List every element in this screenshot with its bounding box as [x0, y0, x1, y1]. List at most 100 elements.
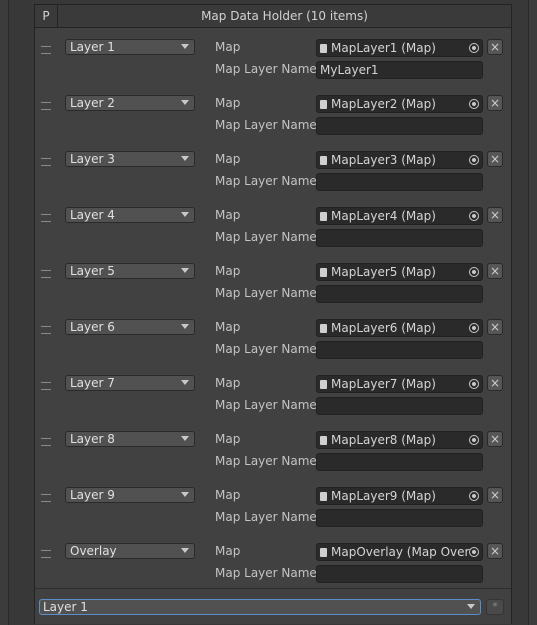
- map-object-value: MapLayer7 (Map): [331, 377, 436, 391]
- drag-handle-icon[interactable]: [41, 326, 51, 334]
- drag-handle-icon[interactable]: [41, 382, 51, 390]
- map-layer-name-label: Map Layer Name: [215, 118, 317, 132]
- object-picker-icon[interactable]: [469, 435, 479, 445]
- layer-dropdown[interactable]: Layer 1: [65, 39, 195, 55]
- map-object-field[interactable]: MapLayer4 (Map): [316, 207, 483, 225]
- layer-dropdown[interactable]: Layer 2: [65, 95, 195, 111]
- layer-dropdown[interactable]: Layer 4: [65, 207, 195, 223]
- map-object-field[interactable]: MapLayer9 (Map): [316, 487, 483, 505]
- map-layer-name-field[interactable]: [316, 341, 483, 359]
- map-layer-name-field[interactable]: MyLayer1: [316, 61, 483, 79]
- map-object-field[interactable]: MapLayer2 (Map): [316, 95, 483, 113]
- list-header: P Map Data Holder (10 items): [35, 5, 511, 28]
- map-object-value: MapLayer8 (Map): [331, 433, 436, 447]
- remove-item-button[interactable]: ×: [487, 151, 503, 167]
- map-object-field[interactable]: MapLayer7 (Map): [316, 375, 483, 393]
- remove-item-button[interactable]: ×: [487, 95, 503, 111]
- remove-item-button[interactable]: ×: [487, 319, 503, 335]
- map-layer-name-field[interactable]: [316, 285, 483, 303]
- drag-handle-icon[interactable]: [41, 550, 51, 558]
- list-item-3: Layer 3 Map MapLayer3 (Map) × Map Layer …: [35, 148, 511, 204]
- object-picker-icon[interactable]: [469, 323, 479, 333]
- drag-handle-icon[interactable]: [41, 158, 51, 166]
- map-label: Map: [215, 96, 241, 110]
- remove-item-button[interactable]: ×: [487, 375, 503, 391]
- layer-dropdown-value: Layer 6: [70, 320, 115, 334]
- map-asset-icon: [320, 380, 327, 389]
- layer-dropdown[interactable]: Layer 3: [65, 151, 195, 167]
- layer-dropdown[interactable]: Layer 8: [65, 431, 195, 447]
- remove-item-button[interactable]: ×: [487, 39, 503, 55]
- object-picker-icon[interactable]: [469, 491, 479, 501]
- map-layer-name-field[interactable]: [316, 397, 483, 415]
- map-object-field[interactable]: MapLayer6 (Map): [316, 319, 483, 337]
- list-item-5: Layer 5 Map MapLayer5 (Map) × Map Layer …: [35, 260, 511, 316]
- map-object-field[interactable]: MapLayer3 (Map): [316, 151, 483, 169]
- object-picker-icon[interactable]: [469, 211, 479, 221]
- map-layer-name-label: Map Layer Name: [215, 62, 317, 76]
- map-object-field[interactable]: MapLayer8 (Map): [316, 431, 483, 449]
- layer-dropdown-value: Layer 1: [70, 40, 115, 54]
- list-item-1: Layer 1 Map MapLayer1 (Map) × Map Layer …: [35, 36, 511, 92]
- layer-dropdown-value: Layer 3: [70, 152, 115, 166]
- map-layer-name-field[interactable]: [316, 565, 483, 583]
- map-object-field[interactable]: MapLayer1 (Map): [316, 39, 483, 57]
- map-object-value: MapLayer6 (Map): [331, 321, 436, 335]
- layer-dropdown-value: Layer 7: [70, 376, 115, 390]
- items-list: Layer 1 Map MapLayer1 (Map) × Map Layer …: [35, 28, 511, 588]
- map-object-field[interactable]: MapLayer5 (Map): [316, 263, 483, 281]
- drag-handle-icon[interactable]: [41, 46, 51, 54]
- map-label: Map: [215, 488, 241, 502]
- layer-dropdown-value: Layer 8: [70, 432, 115, 446]
- remove-item-button[interactable]: ×: [487, 431, 503, 447]
- object-picker-icon[interactable]: [469, 99, 479, 109]
- map-object-value: MapOverlay (Map Over: [331, 545, 470, 559]
- map-layer-name-field[interactable]: [316, 117, 483, 135]
- layer-dropdown[interactable]: Layer 7: [65, 375, 195, 391]
- map-object-value: MapLayer5 (Map): [331, 265, 436, 279]
- object-picker-icon[interactable]: [469, 43, 479, 53]
- add-item-button[interactable]: *: [486, 599, 504, 615]
- layer-dropdown[interactable]: Layer 9: [65, 487, 195, 503]
- layer-dropdown[interactable]: Layer 5: [65, 263, 195, 279]
- remove-item-button[interactable]: ×: [487, 487, 503, 503]
- map-object-field[interactable]: MapOverlay (Map Over: [316, 543, 483, 561]
- map-object-value: MapLayer1 (Map): [331, 41, 436, 55]
- chevron-down-icon: [181, 380, 189, 385]
- object-picker-icon[interactable]: [469, 547, 479, 557]
- map-asset-icon: [320, 436, 327, 445]
- map-asset-icon: [320, 492, 327, 501]
- drag-handle-icon[interactable]: [41, 102, 51, 110]
- drag-handle-icon[interactable]: [41, 494, 51, 502]
- map-label: Map: [215, 320, 241, 334]
- new-layer-dropdown[interactable]: Layer 1: [39, 599, 481, 615]
- layer-dropdown[interactable]: Layer 6: [65, 319, 195, 335]
- object-picker-icon[interactable]: [469, 379, 479, 389]
- map-asset-icon: [320, 212, 327, 221]
- layer-dropdown[interactable]: Overlay: [65, 543, 195, 559]
- map-layer-name-field[interactable]: [316, 229, 483, 247]
- drag-handle-icon[interactable]: [41, 214, 51, 222]
- object-picker-icon[interactable]: [469, 267, 479, 277]
- drag-handle-icon[interactable]: [41, 270, 51, 278]
- map-layer-name-field[interactable]: [316, 173, 483, 191]
- map-layer-name-label: Map Layer Name: [215, 286, 317, 300]
- map-asset-icon: [320, 156, 327, 165]
- map-asset-icon: [320, 100, 327, 109]
- p-toggle-button[interactable]: P: [35, 5, 58, 27]
- chevron-down-icon: [181, 436, 189, 441]
- footer: Layer 1 *: [35, 588, 511, 624]
- remove-item-button[interactable]: ×: [487, 543, 503, 559]
- object-picker-icon[interactable]: [469, 155, 479, 165]
- map-layer-name-field[interactable]: [316, 509, 483, 527]
- map-layer-name-label: Map Layer Name: [215, 174, 317, 188]
- remove-item-button[interactable]: ×: [487, 263, 503, 279]
- remove-item-button[interactable]: ×: [487, 207, 503, 223]
- chevron-down-icon: [181, 156, 189, 161]
- drag-handle-icon[interactable]: [41, 438, 51, 446]
- map-layer-name-label: Map Layer Name: [215, 510, 317, 524]
- map-asset-icon: [320, 268, 327, 277]
- map-layer-name-field[interactable]: [316, 453, 483, 471]
- map-object-value: MapLayer3 (Map): [331, 153, 436, 167]
- chevron-down-icon: [181, 492, 189, 497]
